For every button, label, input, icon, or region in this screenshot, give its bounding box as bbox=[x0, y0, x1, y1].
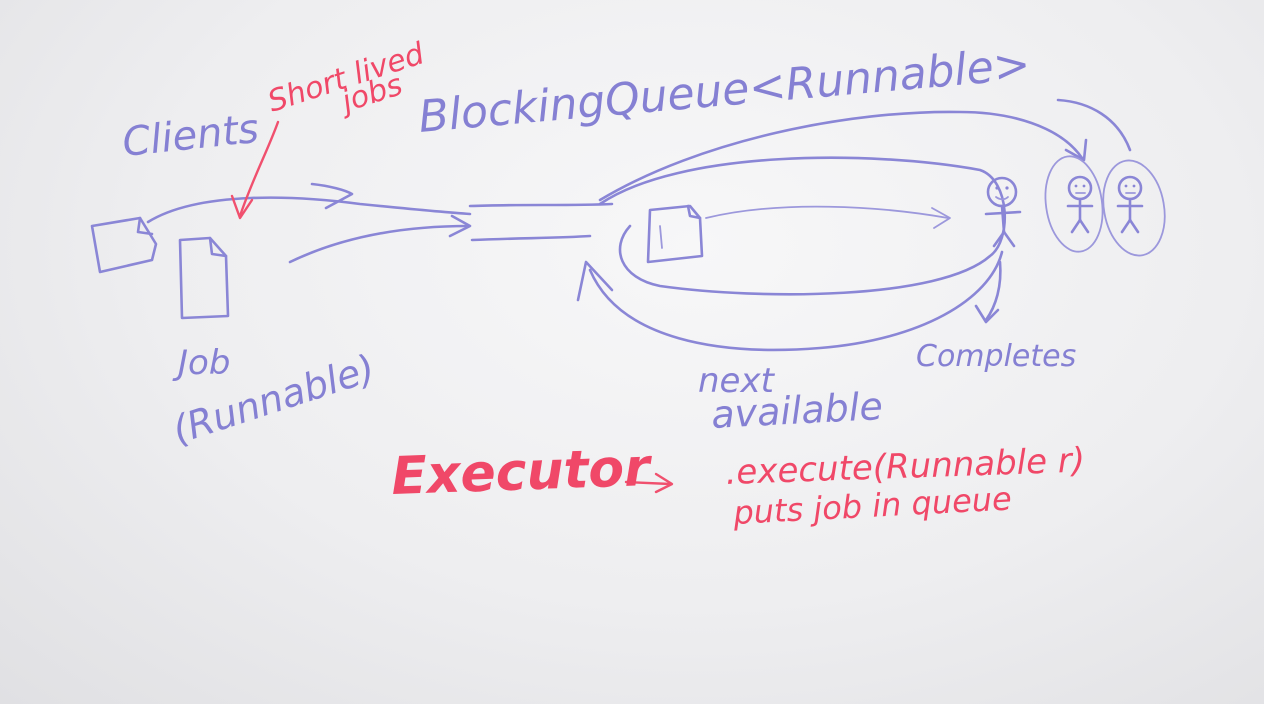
job-document-icon bbox=[178, 236, 230, 320]
job-label-line1: Job bbox=[172, 343, 230, 383]
whiteboard-diagram: Clients Short lived jobs BlockingQueue<R… bbox=[90, 36, 1166, 532]
client-document-icon bbox=[90, 216, 158, 274]
executor-label: Executor bbox=[390, 438, 654, 507]
queue-to-pool-arrow bbox=[598, 110, 1084, 202]
next-available-label-line2: available bbox=[710, 384, 884, 437]
next-available-arrow bbox=[588, 250, 1004, 352]
completes-label: Completes bbox=[916, 339, 1076, 374]
client-to-queue-arrow bbox=[146, 196, 472, 224]
job-to-queue-arrow bbox=[288, 224, 470, 264]
worker-pool-oval-2 bbox=[1102, 159, 1166, 257]
worker-stick-figure-icon bbox=[1116, 175, 1144, 234]
blocking-queue-pipe bbox=[468, 202, 614, 242]
job-to-worker-arrow bbox=[705, 205, 949, 219]
queued-job-document-icon bbox=[646, 204, 704, 264]
blocking-queue-label: BlockingQueue<Runnable> bbox=[417, 39, 1033, 143]
worker-stick-figure-icon bbox=[1066, 175, 1094, 234]
worker-pool-oval-1 bbox=[1044, 155, 1104, 253]
clients-label: Clients bbox=[120, 106, 261, 166]
